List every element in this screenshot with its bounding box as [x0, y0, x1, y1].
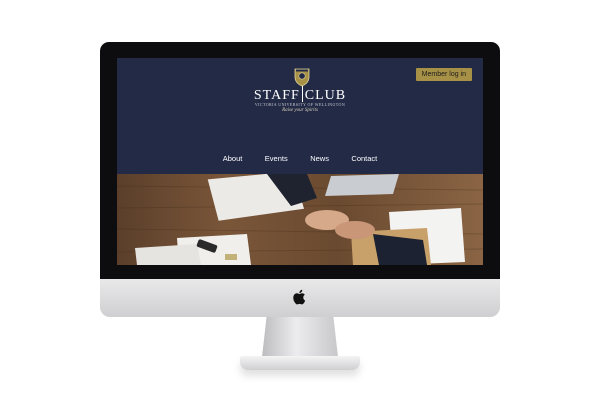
nav-link-about[interactable]: About: [223, 154, 243, 163]
screen: Member log in STAFF CLUB VICTORIA UNIVERS…: [117, 58, 483, 265]
imac-stand-neck: [262, 317, 338, 357]
imac-chin: [100, 279, 500, 317]
logo-tagline: Raise your Spirits: [282, 108, 318, 113]
hero-image: [117, 174, 483, 265]
imac-stand-base: [240, 356, 360, 370]
nav-link-contact[interactable]: Contact: [351, 154, 377, 163]
member-login-button[interactable]: Member log in: [415, 68, 472, 81]
site-header: Member log in STAFF CLUB VICTORIA UNIVERS…: [117, 58, 483, 174]
hero-illustration: [117, 174, 483, 265]
logo-word-staff: STAFF: [253, 88, 300, 103]
nav-link-news[interactable]: News: [310, 154, 329, 163]
logo-subtitle: VICTORIA UNIVERSITY OF WELLINGTON: [254, 102, 346, 107]
logo-word-club: CLUB: [304, 88, 347, 103]
main-nav: About Events News Contact: [117, 148, 483, 166]
crest-icon: [294, 68, 310, 87]
nav-link-events[interactable]: Events: [265, 154, 288, 163]
apple-logo-icon: [293, 289, 306, 305]
logo-separator: [301, 86, 303, 102]
